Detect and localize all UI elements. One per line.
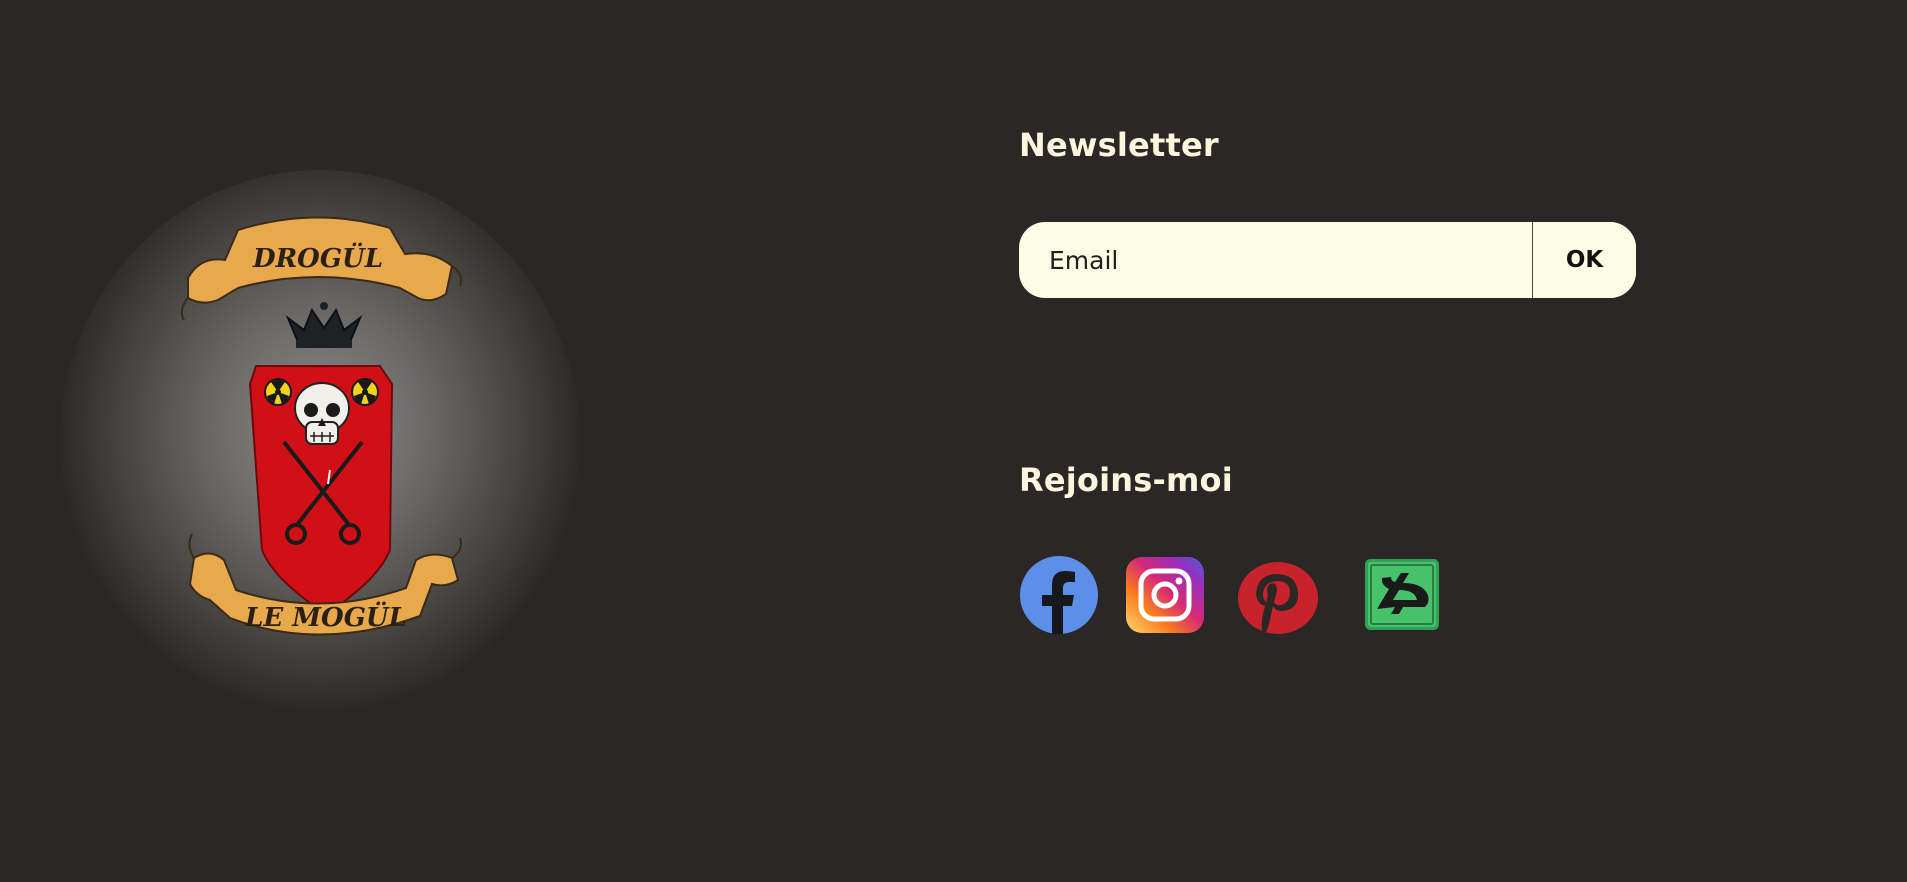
social-title: Rejoins-moi: [1019, 461, 1233, 499]
facebook-icon: [1020, 556, 1098, 634]
shield-icon: [248, 365, 394, 616]
newsletter-title: Newsletter: [1019, 126, 1219, 164]
deviantart-link[interactable]: [1365, 559, 1439, 630]
radiation-right-icon: [351, 378, 379, 406]
email-input[interactable]: [1019, 222, 1532, 298]
newsletter-form: OK: [1019, 222, 1636, 298]
pinterest-link[interactable]: [1238, 562, 1318, 634]
crest-image: DROGÜL LE MOGÜL: [180, 216, 462, 636]
submit-button[interactable]: OK: [1532, 222, 1636, 298]
pinterest-icon: [1238, 562, 1318, 634]
instagram-link[interactable]: [1126, 557, 1204, 633]
crest-top-banner-text: DROGÜL: [252, 242, 383, 274]
crest-bottom-banner-text: LE MOGÜL: [244, 601, 407, 633]
crown-icon: [285, 302, 363, 348]
social-links: [1019, 556, 1449, 636]
footer-section: DROGÜL LE MOGÜL Newsletter Email OK Rejo…: [0, 0, 1907, 882]
crest-logo: DROGÜL LE MOGÜL: [60, 170, 580, 710]
facebook-link[interactable]: [1019, 556, 1099, 634]
deviantart-icon: [1365, 559, 1439, 630]
instagram-icon: [1126, 557, 1204, 633]
radiation-left-icon: [264, 378, 292, 406]
